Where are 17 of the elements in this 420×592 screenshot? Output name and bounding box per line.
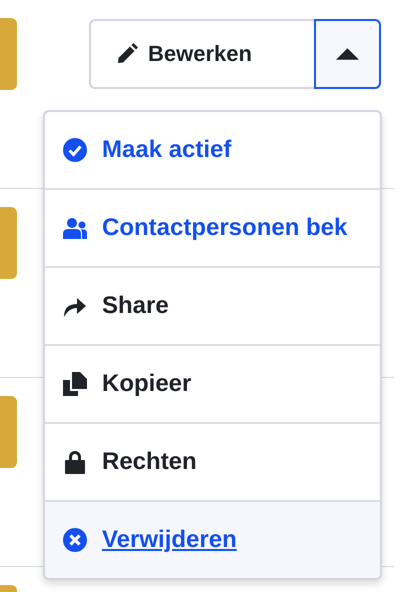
caret-up-icon (336, 48, 359, 60)
dropdown-toggle[interactable] (314, 19, 381, 89)
lock-icon (63, 450, 87, 474)
edit-button[interactable]: Bewerken (89, 19, 314, 89)
users-icon (63, 216, 87, 240)
close-circle-icon (63, 528, 87, 552)
pencil-icon (115, 42, 139, 66)
status-tag (0, 396, 17, 468)
copy-icon (63, 372, 87, 396)
status-tag (0, 207, 17, 279)
menu-item[interactable]: Kopieer (45, 344, 380, 422)
menu-item[interactable]: Share (45, 266, 380, 344)
check-circle-icon (63, 138, 87, 162)
status-tag (0, 18, 17, 90)
menu-item[interactable]: Contactpersonen bek (45, 188, 380, 266)
menu-item[interactable]: Maak actief (45, 112, 380, 188)
menu-item[interactable]: Verwijderen (45, 500, 380, 578)
